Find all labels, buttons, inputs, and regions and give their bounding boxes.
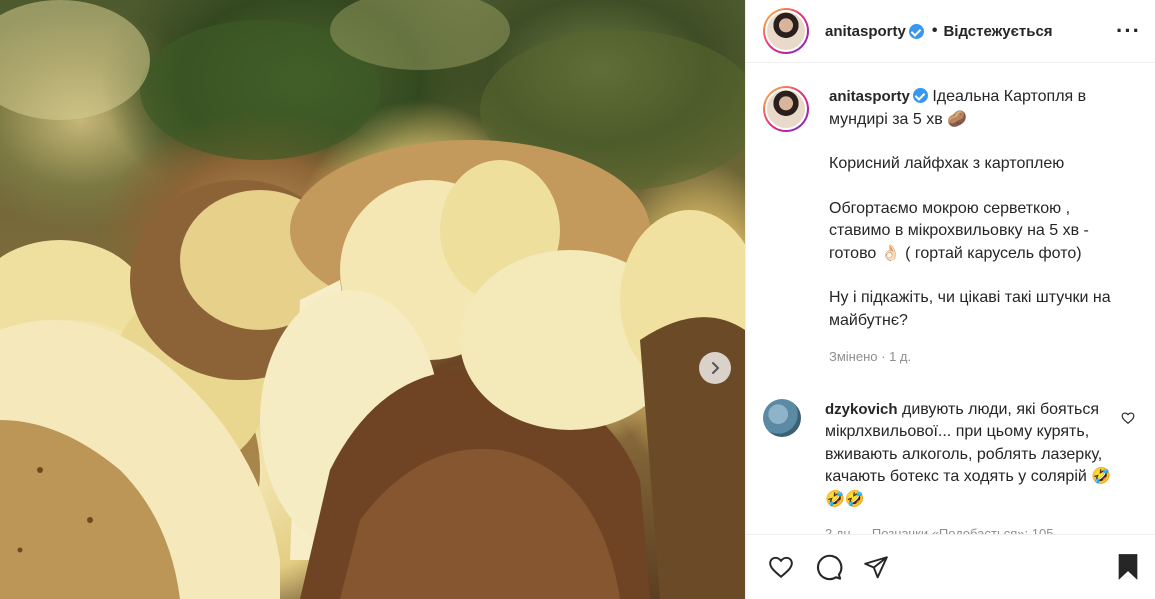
- comments-section[interactable]: anitasporty Ідеальна Картопля в мундирі …: [746, 70, 1155, 534]
- caption-username[interactable]: anitasporty: [829, 88, 910, 105]
- author-username[interactable]: anitasporty: [825, 23, 906, 40]
- post-media[interactable]: [0, 0, 745, 599]
- caption-meta: Змінено · 1 д.: [829, 346, 1129, 369]
- chevron-right-icon: [708, 361, 722, 375]
- verified-icon: [908, 23, 924, 39]
- comment-like-icon[interactable]: [1121, 411, 1135, 430]
- separator-dot: ·: [881, 349, 886, 364]
- caption-paragraph: Обгортаємо мокрою серветкою , ставимо в …: [829, 199, 1089, 262]
- comment-icon[interactable]: [815, 553, 843, 581]
- caption-avatar[interactable]: [763, 86, 809, 132]
- bookmark-icon[interactable]: [1116, 553, 1140, 581]
- comment-time[interactable]: 2 дн.: [825, 526, 854, 534]
- separator-dot: •: [931, 22, 938, 39]
- post-header: anitasporty • Відстежується ···: [746, 0, 1155, 63]
- following-button[interactable]: Відстежується: [943, 23, 1052, 40]
- commenter-username[interactable]: dzykovich: [825, 401, 898, 418]
- heart-icon[interactable]: [767, 554, 795, 580]
- comment-meta: 2 дн. Позначки «Подобається»: 105: [825, 523, 1115, 534]
- caption-paragraph: Ну і підкажіть, чи цікаві такі штучки на…: [829, 289, 1111, 329]
- comment-item: dzykovich дивують люди, які бояться мікр…: [763, 398, 1139, 534]
- post-details-panel: anitasporty • Відстежується ··· anitaspo…: [745, 0, 1155, 599]
- comment-likes[interactable]: Позначки «Подобається»: 105: [872, 526, 1054, 534]
- post-actions-bar: [746, 534, 1155, 599]
- edited-label: Змінено: [829, 349, 878, 364]
- post-caption: anitasporty Ідеальна Картопля в мундирі …: [763, 70, 1139, 369]
- caption-paragraph: Корисний лайфхак з картоплею: [829, 155, 1065, 172]
- send-icon[interactable]: [863, 554, 889, 580]
- author-avatar[interactable]: [763, 8, 809, 54]
- verified-icon: [912, 88, 928, 103]
- potato-photo: [0, 0, 745, 599]
- more-horizontal-icon[interactable]: ···: [1116, 20, 1141, 42]
- carousel-next-button[interactable]: [699, 352, 731, 384]
- post-time[interactable]: 1 д.: [889, 349, 911, 364]
- commenter-avatar[interactable]: [763, 398, 801, 437]
